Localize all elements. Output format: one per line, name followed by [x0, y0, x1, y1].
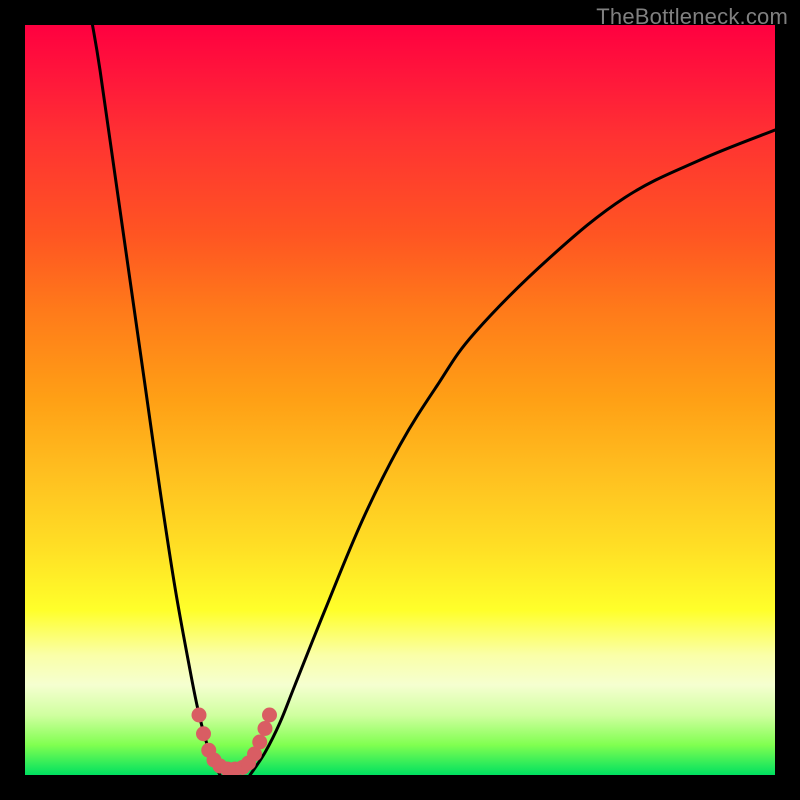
valley-marker [196, 726, 211, 741]
chart-frame: TheBottleneck.com [0, 0, 800, 800]
valley-marker [252, 735, 267, 750]
plot-area [25, 25, 775, 775]
bottleneck-curve-right-branch [250, 130, 775, 775]
valley-marker [258, 721, 273, 736]
valley-marker [262, 708, 277, 723]
watermark-text: TheBottleneck.com [596, 4, 788, 30]
marker-layer [192, 708, 278, 776]
bottleneck-curve-left-branch [93, 25, 221, 775]
chart-svg [25, 25, 775, 775]
valley-marker [192, 708, 207, 723]
curve-layer [93, 25, 776, 775]
